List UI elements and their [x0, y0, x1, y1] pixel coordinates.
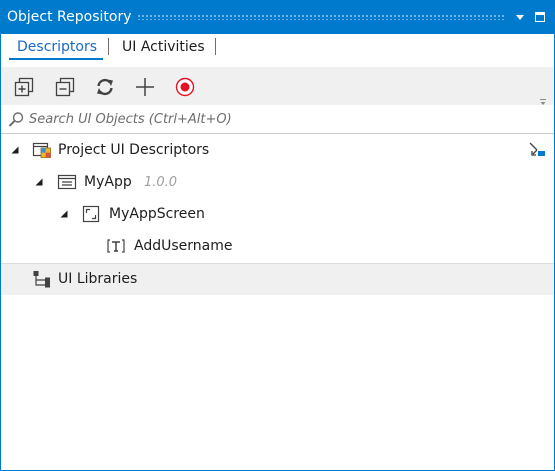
tab-divider — [215, 38, 216, 55]
text-element-icon — [107, 239, 125, 253]
chevron-down-icon — [516, 15, 524, 20]
collapse-all-button[interactable] — [54, 76, 76, 98]
tree-item-ui-libraries[interactable]: UI Libraries — [1, 263, 554, 295]
tree-item-element[interactable]: AddUsername — [1, 230, 554, 262]
expand-all-button[interactable] — [13, 76, 35, 98]
filter-icon — [529, 142, 545, 156]
search-input[interactable] — [29, 109, 529, 129]
add-icon — [136, 78, 154, 96]
expand-arrow-icon[interactable] — [34, 177, 44, 187]
screen-icon — [82, 205, 100, 223]
tab-strip: Descriptors UI Activities — [1, 34, 554, 67]
collapse-all-icon — [55, 77, 75, 97]
expand-all-icon — [14, 77, 34, 97]
tab-descriptors[interactable]: Descriptors — [17, 38, 97, 56]
application-icon — [57, 174, 77, 190]
add-button[interactable] — [134, 76, 156, 98]
title-bar-grip[interactable] — [137, 14, 505, 20]
overflow-chevron-icon — [540, 99, 546, 105]
active-tab-indicator — [9, 58, 103, 60]
window-position-dropdown-button[interactable] — [513, 10, 527, 24]
title-bar: Object Repository — [1, 1, 554, 34]
maximize-button[interactable] — [533, 10, 547, 24]
tree-item-project-descriptors[interactable]: Project UI Descriptors — [1, 134, 554, 166]
tree-item-label: MyAppScreen — [109, 206, 205, 222]
tab-divider — [108, 38, 109, 55]
project-descriptors-icon — [32, 142, 51, 158]
tree-item-label: UI Libraries — [58, 271, 138, 287]
search-icon — [8, 112, 24, 127]
tab-ui-activities[interactable]: UI Activities — [122, 38, 205, 56]
tree-item-label: MyApp — [84, 174, 132, 190]
tree-item-screen[interactable]: MyAppScreen — [1, 198, 554, 230]
filter-button[interactable] — [528, 142, 546, 158]
record-icon — [175, 77, 195, 97]
tree-item-application[interactable]: MyApp 1.0.0 — [1, 166, 554, 198]
toolbar — [1, 67, 554, 105]
refresh-button[interactable] — [94, 76, 116, 98]
tree-item-label: Project UI Descriptors — [58, 142, 210, 158]
version-label: 1.0.0 — [144, 175, 178, 190]
tree-item-label: AddUsername — [134, 238, 233, 254]
panel-title: Object Repository — [7, 9, 132, 25]
object-repository-panel: Object Repository Descriptors UI Activit… — [0, 0, 555, 471]
libraries-icon — [33, 271, 50, 288]
record-button[interactable] — [174, 76, 196, 98]
maximize-icon — [535, 12, 545, 22]
expand-arrow-icon[interactable] — [59, 209, 69, 219]
search-bar — [1, 106, 554, 134]
refresh-icon — [97, 78, 113, 96]
expand-arrow-icon[interactable] — [10, 145, 20, 155]
